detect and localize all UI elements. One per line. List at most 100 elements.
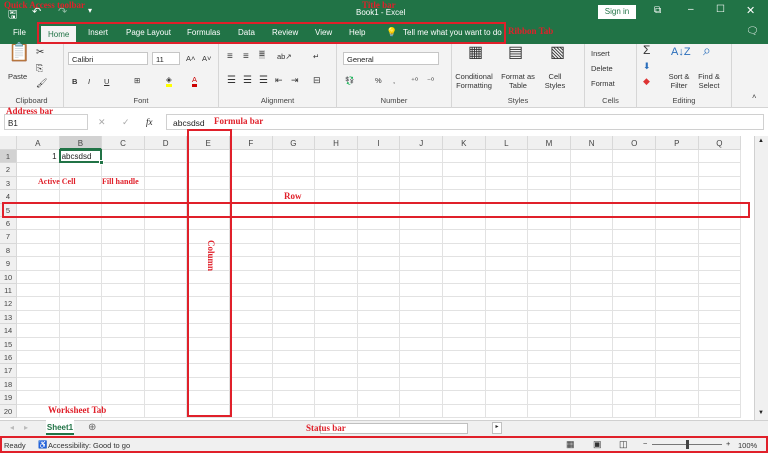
cell-J9[interactable] [400,257,443,271]
cell-C2[interactable] [102,163,145,177]
cell-J1[interactable] [400,150,443,164]
cell-D20[interactable] [144,404,188,418]
autosum-icon[interactable]: Σ [643,44,650,56]
cell-B10[interactable] [59,270,103,284]
cell-N8[interactable] [570,243,614,258]
font-color-icon[interactable]: A [192,75,198,87]
cell-Q7[interactable] [698,230,742,244]
conditional-formatting-button[interactable]: Conditional Formatting [452,72,496,90]
cell-G3[interactable] [272,176,316,191]
cell-M15[interactable] [528,337,571,351]
row-header-20[interactable]: 20 [0,404,17,418]
cell-F1[interactable] [230,150,273,164]
cell-C6[interactable] [102,217,145,231]
cell-L3[interactable] [485,176,529,191]
cell-B11[interactable] [59,284,103,298]
cell-I3[interactable] [357,176,401,191]
cell-N13[interactable] [570,310,614,325]
cell-N7[interactable] [570,230,614,244]
cell-A10[interactable] [17,270,60,284]
cell-Q2[interactable] [698,163,742,177]
cell-C17[interactable] [102,364,145,378]
format-as-table-button[interactable]: Format as Table [498,72,538,90]
collapse-ribbon-icon[interactable]: ˄ [752,92,756,101]
cell-F20[interactable] [230,404,273,418]
cell-D14[interactable] [144,324,188,338]
cell-F3[interactable] [230,176,273,191]
align-middle-icon[interactable]: ≡ [243,52,249,62]
find-select-button[interactable]: Find & Select [695,72,723,90]
select-all-button[interactable] [0,136,17,150]
cell-Q15[interactable] [698,337,742,351]
sheet-tab-sheet1[interactable]: Sheet1 [46,420,74,435]
cell-O18[interactable] [613,377,656,392]
cell-O19[interactable] [613,391,656,405]
cell-J17[interactable] [400,364,443,378]
cell-F17[interactable] [230,364,273,378]
cell-J20[interactable] [400,404,443,418]
align-bottom-icon[interactable]: ≡ [259,50,265,60]
clear-icon[interactable]: ◆ [643,77,650,86]
cell-O12[interactable] [613,297,656,311]
column-header-N[interactable]: N [570,136,614,150]
cell-G17[interactable] [272,364,316,378]
column-header-B[interactable]: B [59,136,103,150]
fill-icon[interactable]: ⬇ [643,62,651,71]
cell-F11[interactable] [230,284,273,298]
fill-color-icon[interactable]: ◈ [166,75,172,87]
cell-D2[interactable] [144,163,188,177]
column-header-Q[interactable]: Q [698,136,742,150]
cell-Q9[interactable] [698,257,742,271]
cell-M8[interactable] [528,243,571,258]
cell-P16[interactable] [656,351,699,365]
fill-handle[interactable] [99,160,105,166]
cell-K1[interactable] [443,150,486,164]
cell-I11[interactable] [357,284,401,298]
cell-P20[interactable] [656,404,699,418]
column-header-A[interactable]: A [17,136,60,150]
cell-B2[interactable] [59,163,103,177]
cell-C9[interactable] [102,257,145,271]
cell-A9[interactable] [17,257,60,271]
cut-icon[interactable]: ✂ [36,48,44,58]
cell-H8[interactable] [315,243,358,258]
font-name-select[interactable]: Calibri [68,52,148,65]
cell-P13[interactable] [656,310,699,325]
cell-I17[interactable] [357,364,401,378]
paste-icon[interactable]: 📋 [8,43,30,61]
column-header-G[interactable]: G [272,136,316,150]
cell-B12[interactable] [59,297,103,311]
cell-J13[interactable] [400,310,443,325]
cell-C13[interactable] [102,310,145,325]
cell-B17[interactable] [59,364,103,378]
insert-cells-button[interactable]: Insert [591,49,610,58]
cell-G16[interactable] [272,351,316,365]
cell-K11[interactable] [443,284,486,298]
cell-N15[interactable] [570,337,614,351]
cell-H15[interactable] [315,337,358,351]
cell-I7[interactable] [357,230,401,244]
cell-N20[interactable] [570,404,614,418]
row-header-11[interactable]: 11 [0,284,17,298]
cell-Q16[interactable] [698,351,742,365]
cell-K10[interactable] [443,270,486,284]
cell-I13[interactable] [357,310,401,325]
cell-Q17[interactable] [698,364,742,378]
cell-M19[interactable] [528,391,571,405]
cell-O9[interactable] [613,257,656,271]
cell-B15[interactable] [59,337,103,351]
cell-N11[interactable] [570,284,614,298]
cell-I9[interactable] [357,257,401,271]
cell-C10[interactable] [102,270,145,284]
cell-N10[interactable] [570,270,614,284]
cell-C19[interactable] [102,391,145,405]
column-header-O[interactable]: O [613,136,656,150]
cell-P14[interactable] [656,324,699,338]
cell-H12[interactable] [315,297,358,311]
cell-D7[interactable] [144,230,188,244]
cell-A14[interactable] [17,324,60,338]
cell-J15[interactable] [400,337,443,351]
cell-M20[interactable] [528,404,571,418]
cell-G2[interactable] [272,163,316,177]
cell-D10[interactable] [144,270,188,284]
